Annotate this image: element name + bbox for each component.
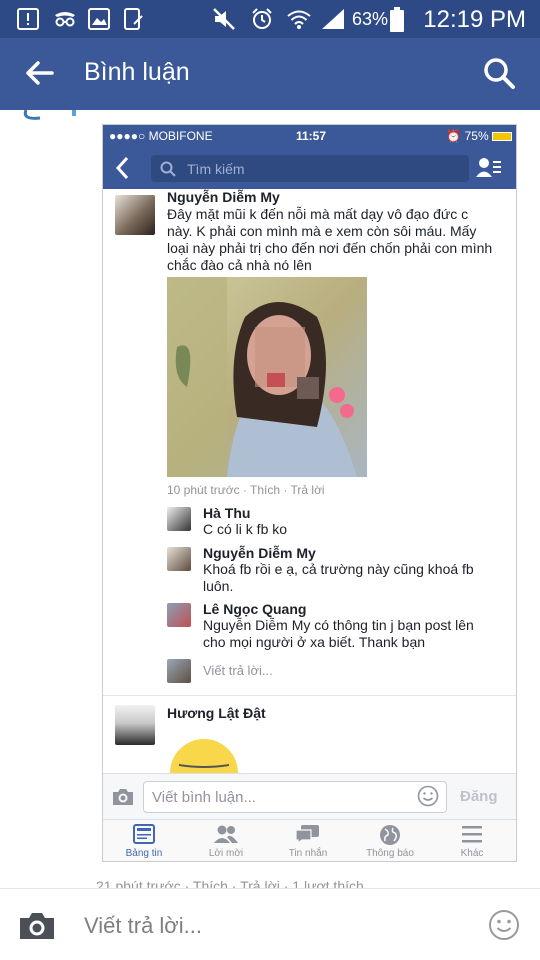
- tab-bar: Bảng tin Lời mời Tin nhắn Thông báo Khác: [103, 819, 516, 861]
- avatar[interactable]: [167, 547, 191, 571]
- avatar: [167, 659, 191, 683]
- battery-icon: [492, 132, 512, 142]
- comment-line: loại này phải trị cho đến nơi đến chốn p…: [167, 240, 493, 256]
- clipboard-icon: [124, 8, 143, 30]
- comment-placeholder: Viết bình luận...: [152, 789, 256, 806]
- messages-icon: [295, 825, 319, 844]
- avatar[interactable]: [167, 603, 191, 627]
- sticker: [170, 739, 238, 773]
- android-status-bar: 63% 12:19 PM: [0, 0, 540, 38]
- camera-icon[interactable]: [111, 787, 135, 807]
- comment-author[interactable]: Hương Lật Đật: [167, 705, 266, 721]
- comment-author[interactable]: Nguyễn Diễm My: [167, 189, 280, 205]
- news-feed-icon: [133, 824, 155, 844]
- globe-icon: [380, 825, 400, 845]
- mute-icon: [213, 8, 235, 30]
- wifi-icon: [287, 10, 311, 29]
- tab-label: Bảng tin: [125, 848, 163, 859]
- ios-battery-percent: 75%: [464, 129, 489, 143]
- reply-input[interactable]: Viết trả lời...: [84, 913, 202, 939]
- tab-messages[interactable]: Tin nhắn: [273, 824, 343, 859]
- reply-text: Nguyễn Diễm My có thông tin j bạn post l…: [203, 617, 474, 651]
- divider: [103, 695, 516, 696]
- battery-percent: 63%: [352, 9, 389, 29]
- comment-line: này. K phải con mình mà e xem còn sôi má…: [167, 223, 477, 239]
- blurred-photo: [167, 277, 367, 477]
- tab-news-feed[interactable]: Bảng tin: [109, 824, 179, 859]
- comment-line: Đây mặt mũi k đến nỗi mà mất dạy vô đạo …: [167, 206, 469, 222]
- page-title: Bình luận: [84, 58, 190, 86]
- comment-photo[interactable]: [167, 277, 367, 477]
- ios-nav-bar: Tìm kiếm: [103, 147, 516, 189]
- ios-time: 11:57: [296, 129, 327, 143]
- search-placeholder: Tìm kiếm: [187, 161, 245, 177]
- tab-notifications[interactable]: Thông báo: [355, 824, 425, 859]
- tab-label: Tin nhắn: [288, 848, 328, 859]
- back-chevron-icon[interactable]: [115, 156, 131, 180]
- post-button[interactable]: Đăng: [460, 788, 498, 805]
- comment-meta[interactable]: 10 phút trước · Thích · Trả lời: [167, 483, 325, 497]
- avatar[interactable]: [115, 705, 155, 745]
- comment-line: chắc đào cả nhà nó lên: [167, 257, 312, 273]
- reply-text: C có li k fb ko: [203, 521, 287, 538]
- avatar[interactable]: [115, 195, 155, 235]
- tab-label: Lời mời: [208, 848, 244, 859]
- reply-text: Khoá fb rồi e ạ, cả trường này cũng khoá…: [203, 561, 474, 595]
- app-bar: Bình luận: [0, 38, 540, 110]
- friend-requests-icon: [214, 825, 238, 843]
- emoji-icon[interactable]: [488, 909, 520, 941]
- tab-friend-requests[interactable]: Lời mời: [191, 824, 261, 859]
- gallery-icon: [88, 8, 110, 30]
- comment-composer: Viết bình luận... Đăng: [103, 773, 516, 819]
- signal-icon: [322, 9, 344, 29]
- comment-text: Đây mặt mũi k đến nỗi mà mất dạy vô đạo …: [167, 206, 512, 274]
- incognito-icon: [55, 12, 75, 27]
- reply-line: luôn.: [203, 578, 234, 594]
- reply-author[interactable]: Nguyễn Diễm My: [203, 545, 316, 561]
- tab-label: Khác: [460, 848, 484, 859]
- ios-status-bar: ●●●●○ MOBIFONE 11:57 ⏰ 75%: [103, 125, 516, 147]
- battery-icon: [390, 7, 404, 32]
- camera-icon[interactable]: [18, 911, 56, 941]
- reply-author[interactable]: Hà Thu: [203, 505, 250, 521]
- search-icon: [160, 161, 176, 177]
- reply-input[interactable]: Viết trả lời...: [203, 663, 273, 678]
- reply-line: Nguyễn Diễm My có thông tin j bạn post l…: [203, 617, 474, 633]
- reply-bar: Viết trả lời...: [0, 888, 540, 960]
- reply-line: Khoá fb rồi e ạ, cả trường này cũng khoá…: [203, 561, 474, 577]
- menu-icon: [462, 826, 482, 843]
- carrier-label: ●●●●○ MOBIFONE: [109, 129, 213, 143]
- avatar[interactable]: [167, 507, 191, 531]
- friends-list-icon[interactable]: [476, 156, 502, 180]
- partial-graphic: [23, 110, 76, 120]
- emoji-icon[interactable]: [417, 785, 439, 807]
- embedded-screenshot[interactable]: ●●●●○ MOBIFONE 11:57 ⏰ 75% Tìm kiếm Nguy…: [102, 124, 517, 862]
- notification-alert-icon: [17, 8, 39, 30]
- alarm-icon: [252, 8, 272, 29]
- search-icon[interactable]: [482, 56, 516, 90]
- comment-meta-partial: 21 phút trước · Thích · Trả lời · 1 lượt…: [96, 878, 364, 888]
- back-arrow-icon[interactable]: [24, 58, 54, 88]
- tab-more[interactable]: Khác: [437, 824, 507, 859]
- search-input[interactable]: Tìm kiếm: [151, 155, 469, 182]
- ios-battery: ⏰ 75%: [446, 129, 512, 143]
- status-time: 12:19 PM: [423, 6, 526, 33]
- tab-label: Thông báo: [366, 848, 414, 859]
- reply-line: cho mọi người ở xa biết. Thank bạn: [203, 634, 426, 650]
- comment-input[interactable]: Viết bình luận...: [143, 781, 447, 813]
- reply-line: C có li k fb ko: [203, 521, 288, 537]
- reply-author[interactable]: Lê Ngọc Quang: [203, 601, 306, 617]
